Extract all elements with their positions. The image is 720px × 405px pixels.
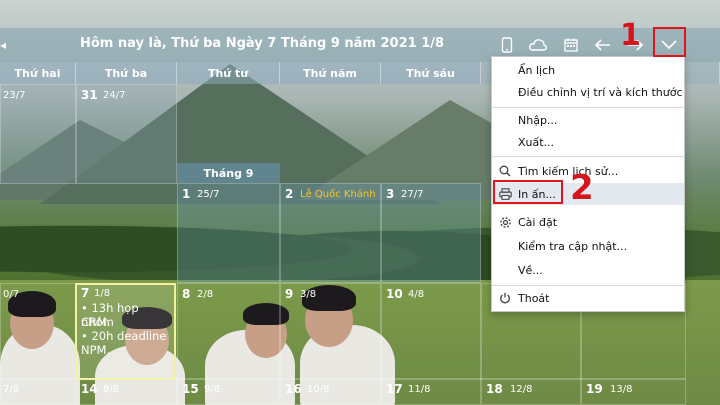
menu-item-label: Điều chỉnh vị trí và kích thước: [518, 85, 683, 99]
note-line: NPM.: [81, 343, 111, 357]
lunar-date: 8/8: [103, 384, 120, 395]
calendar-day-cell[interactable]: 2 Lễ Quốc Khánh: [280, 183, 381, 283]
menu-separator: [492, 285, 684, 286]
cloud-icon[interactable]: [529, 36, 547, 54]
menu-item-check-update[interactable]: Kiểm tra cập nhật...: [492, 235, 684, 257]
arrow-left-icon[interactable]: [594, 36, 612, 54]
menu-item-label: Về...: [518, 263, 543, 277]
note-line: • 20h deadline: [81, 329, 167, 343]
day-number: 16: [285, 382, 302, 396]
calendar-day-cell[interactable]: 17 11/8: [381, 378, 481, 405]
calendar-day-cell[interactable]: 31 24/7: [76, 84, 177, 184]
menu-separator: [492, 156, 684, 157]
menu-item-label: Kiểm tra cập nhật...: [518, 239, 628, 253]
menu-item-import[interactable]: Nhập...: [492, 109, 684, 131]
calendar-icon[interactable]: [562, 36, 580, 54]
day-number: 9: [285, 287, 294, 301]
step-number-1: 1: [620, 18, 641, 53]
menu-item-adjust-position[interactable]: Điều chỉnh vị trí và kích thước: [492, 81, 684, 103]
calendar-day-cell[interactable]: 14 8/8: [76, 378, 177, 405]
menu-item-label: Xuất...: [518, 135, 555, 149]
weekday-label: Thứ tư: [177, 62, 280, 84]
highlight-box-print: [493, 180, 563, 204]
today-title: Hôm nay là, Thứ ba Ngày 7 Tháng 9 năm 20…: [80, 36, 445, 51]
calendar-day-cell[interactable]: 3 27/7: [381, 183, 481, 283]
calendar-day-cell[interactable]: 15 9/8: [177, 378, 280, 405]
step-number-2: 2: [570, 168, 594, 208]
lunar-date: 25/7: [197, 189, 220, 200]
weekday-label: Thứ hai: [0, 62, 76, 84]
phone-icon[interactable]: [498, 36, 516, 54]
today-cell[interactable]: 7 1/8 • 13h họp nhóm CRM. • 20h deadline…: [75, 283, 176, 380]
lunar-date: 7/8: [3, 384, 20, 395]
lunar-date: 9/8: [204, 384, 221, 395]
menu-item-settings[interactable]: Cài đặt: [492, 211, 684, 233]
day-number: 10: [386, 287, 403, 301]
weekday-label: Thứ năm: [280, 62, 381, 84]
lunar-date: 3/8: [300, 289, 317, 300]
day-number: 8: [182, 287, 191, 301]
calendar-day-cell[interactable]: 7/8: [0, 378, 76, 405]
lunar-date: 1/8: [94, 288, 111, 299]
lunar-date: 27/7: [401, 189, 424, 200]
month-label: Tháng 9: [177, 163, 280, 183]
lunar-date: 13/8: [610, 384, 633, 395]
day-number: 19: [586, 382, 603, 396]
highlight-box-dropdown: [653, 27, 686, 57]
lunar-date: 12/8: [510, 384, 533, 395]
day-number: 2: [285, 187, 294, 201]
calendar-day-cell[interactable]: 0/7: [0, 283, 76, 380]
collapse-icon[interactable]: ◂: [0, 38, 6, 52]
lunar-date: 0/7: [3, 289, 20, 300]
lunar-date: 10/8: [307, 384, 330, 395]
calendar-day-cell[interactable]: 16 10/8: [280, 378, 381, 405]
menu-item-label: Cài đặt: [518, 215, 558, 229]
day-number: 18: [486, 382, 503, 396]
menu-item-label: Tìm kiếm lịch sử...: [518, 164, 619, 178]
menu-separator: [492, 107, 684, 108]
menu-item-label: Nhập...: [518, 113, 558, 127]
day-number: 17: [386, 382, 403, 396]
power-icon: [498, 291, 512, 305]
day-number: 15: [182, 382, 199, 396]
menu-item-export[interactable]: Xuất...: [492, 131, 684, 153]
day-number: 3: [386, 187, 395, 201]
lunar-date: 24/7: [103, 90, 126, 101]
weekday-label: Thứ ba: [76, 62, 177, 84]
note-line: CRM.: [81, 315, 111, 329]
calendar-day-cell[interactable]: 1 25/7: [177, 183, 280, 283]
calendar-day-cell[interactable]: 8 2/8: [177, 283, 280, 380]
menu-item-about[interactable]: Về...: [492, 259, 684, 281]
calendar-day-cell[interactable]: 23/7: [0, 84, 76, 184]
calendar-day-cell[interactable]: 10 4/8: [381, 283, 481, 380]
menu-item-exit[interactable]: Thoát: [492, 287, 684, 309]
calendar-day-cell[interactable]: 9 3/8: [280, 283, 381, 380]
lunar-date: 23/7: [3, 90, 26, 101]
search-icon: [498, 164, 512, 178]
lunar-date: 2/8: [197, 289, 214, 300]
lunar-date: 11/8: [408, 384, 431, 395]
day-number: 14: [81, 382, 98, 396]
menu-item-label: Thoát: [518, 291, 550, 305]
calendar-day-cell[interactable]: 19 13/8: [581, 378, 686, 405]
lunar-date: 4/8: [408, 289, 425, 300]
menu-item-hide-calendar[interactable]: Ẩn lịch: [492, 59, 684, 81]
day-number: 7: [81, 286, 90, 300]
menu-item-label: Ẩn lịch: [518, 63, 556, 77]
holiday-label: Lễ Quốc Khánh: [300, 189, 376, 200]
day-number: 1: [182, 187, 191, 201]
weekday-label: Thứ sáu: [381, 62, 481, 84]
gear-icon: [498, 215, 512, 229]
calendar-day-cell[interactable]: 18 12/8: [481, 378, 581, 405]
day-number: 31: [81, 88, 98, 102]
